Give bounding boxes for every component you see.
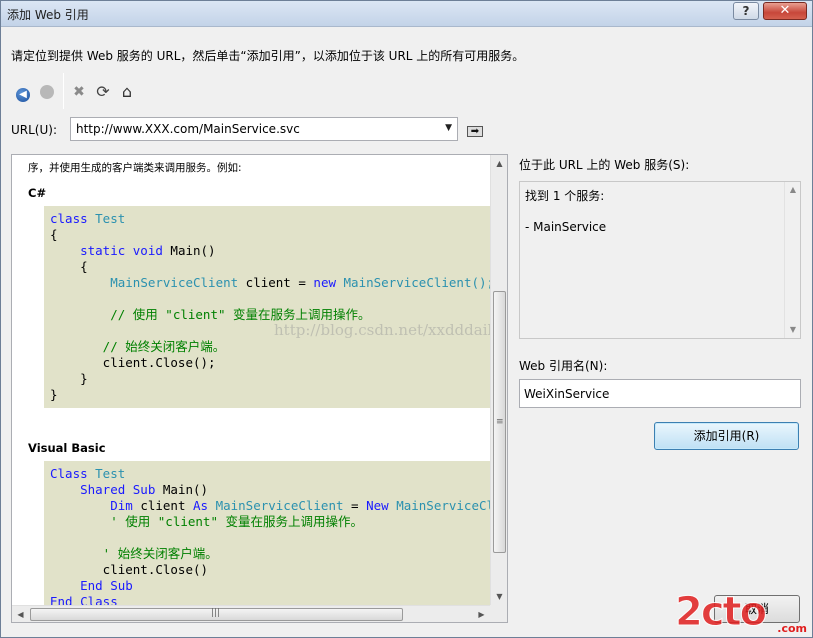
code-line: class Test [50,211,125,227]
add-web-reference-dialog: 添加 Web 引用 ? ✕ 请定位到提供 Web 服务的 URL，然后单击“添加… [0,0,813,638]
code-token: MainServiceClient() [396,498,490,513]
logo-suffix: .com [777,622,807,635]
stop-icon[interactable] [36,81,58,103]
toolbar-separator [63,73,64,109]
scrollbar-corner [490,605,507,622]
chevron-down-icon[interactable]: ▼ [445,123,452,133]
code-token: client.Close(); [50,355,216,370]
back-icon[interactable]: ◀ [12,81,34,103]
scroll-down-icon[interactable]: ▼ [491,588,507,605]
url-label: URL(U): [11,123,57,137]
help-button[interactable]: ? [733,2,759,20]
code-token: new [313,275,344,290]
code-line: // 始终关闭客户端。 [50,339,226,355]
code-token: { [50,259,88,274]
instruction-text: 请定位到提供 Web 服务的 URL，然后单击“添加引用”，以添加位于该 URL… [11,49,525,63]
code-token: ' 始终关闭客户端。 [50,546,218,561]
url-value: http://www.XXX.com/MainService.svc [76,122,300,136]
code-line: Class Test [50,466,125,482]
refresh-icon[interactable]: ⟳ [92,81,114,103]
code-token: As [193,498,216,513]
code-token: } [50,387,58,402]
browser-vertical-scrollbar[interactable]: ▲ ≡ ▼ [490,155,507,605]
scroll-right-icon[interactable]: ▶ [473,606,490,622]
list-item[interactable]: - MainService [525,220,606,234]
home-icon[interactable]: ⌂ [116,81,138,103]
code-token: // 使用 "client" 变量在服务上调用操作。 [50,307,371,322]
code-line: client.Close(); [50,355,216,371]
code-line: MainServiceClient client = new MainServi… [50,275,490,291]
code-token: ' 使用 "client" 变量在服务上调用操作。 [50,514,364,529]
url-combobox[interactable]: http://www.XXX.com/MainService.svc ▼ [70,117,458,141]
scroll-up-icon[interactable]: ▲ [785,182,801,198]
scroll-down-icon[interactable]: ▼ [785,322,801,338]
code-line: static void Main() [50,243,216,259]
intro-text: 序，并使用生成的客户端类来调用服务。例如: [28,162,242,174]
code-token: client.Close() [50,562,209,577]
horizontal-scroll-thumb[interactable]: ||| [30,608,403,621]
services-label: 位于此 URL 上的 Web 服务(S): [519,158,690,172]
title-bar: 添加 Web 引用 ? ✕ [1,1,812,27]
code-line: ' 始终关闭客户端。 [50,546,218,562]
code-token: New [366,498,397,513]
code-token: { [50,227,58,242]
code-token: Class [50,466,96,481]
code-token: End Class [50,594,118,605]
browser-horizontal-scrollbar[interactable]: ◀ ||| ▶ [12,605,490,622]
code-token: Shared Sub [50,482,163,497]
vb-heading: Visual Basic [28,441,106,455]
services-list[interactable]: 找到 1 个服务: - MainService ▲ ▼ [519,181,801,339]
site-watermark-logo: 2cto .com [674,589,811,636]
code-token: Test [95,211,126,226]
code-line: Shared Sub Main() [50,482,208,498]
code-line: } [50,371,88,387]
close-button[interactable]: ✕ [763,2,807,20]
code-token: Main() [162,482,209,497]
reference-name-label: Web 引用名(N): [519,359,608,373]
code-line: client.Close() [50,562,208,578]
code-token: Main() [170,243,216,258]
code-line: { [50,259,88,275]
code-token: MainServiceClient [110,275,239,290]
reference-name-input[interactable] [519,379,801,408]
services-scrollbar[interactable]: ▲ ▼ [784,182,800,338]
code-line: ' 使用 "client" 变量在服务上调用操作。 [50,514,363,530]
scroll-up-icon[interactable]: ▲ [491,155,507,172]
browser-content: 序，并使用生成的客户端类来调用服务。例如: C# class Test{ sta… [12,155,490,605]
watermark-text: http://blog.csdn.net/xxdddail [274,321,490,339]
csharp-code-block: class Test{ static void Main() { MainSer… [44,206,490,408]
logo-text: 2cto [674,589,767,636]
code-token: // 始终关闭客户端。 [50,339,226,354]
code-token: Dim [50,498,141,513]
scroll-left-icon[interactable]: ◀ [12,606,29,622]
code-token: End Sub [50,578,133,593]
code-token: MainServiceClient [215,498,344,513]
code-token: Test [95,466,126,481]
code-line: Dim client As MainServiceClient = New Ma… [50,498,490,514]
vertical-scroll-thumb[interactable]: ≡ [493,291,506,553]
code-token: class [50,211,96,226]
code-line: End Sub [50,578,133,594]
code-line: } [50,387,58,403]
csharp-heading: C# [28,186,47,200]
code-line: End Class [50,594,118,605]
code-token: client [140,498,193,513]
go-arrow-icon[interactable]: ➡ [467,126,483,137]
code-token: client = [238,275,314,290]
code-token: MainServiceClient(); [343,275,490,290]
add-reference-button[interactable]: 添加引用(R) [654,422,799,450]
services-found-text: 找到 1 个服务: [525,189,605,203]
code-token: static void [50,243,171,258]
code-line: { [50,227,58,243]
code-token: } [50,371,88,386]
code-token: = [343,498,367,513]
service-description-browser[interactable]: 序，并使用生成的客户端类来调用服务。例如: C# class Test{ sta… [11,154,508,623]
window-title: 添加 Web 引用 [7,8,89,22]
cancel-icon[interactable]: ✖ [68,81,90,103]
vb-code-block: Class Test Shared Sub Main() Dim client … [44,461,490,605]
